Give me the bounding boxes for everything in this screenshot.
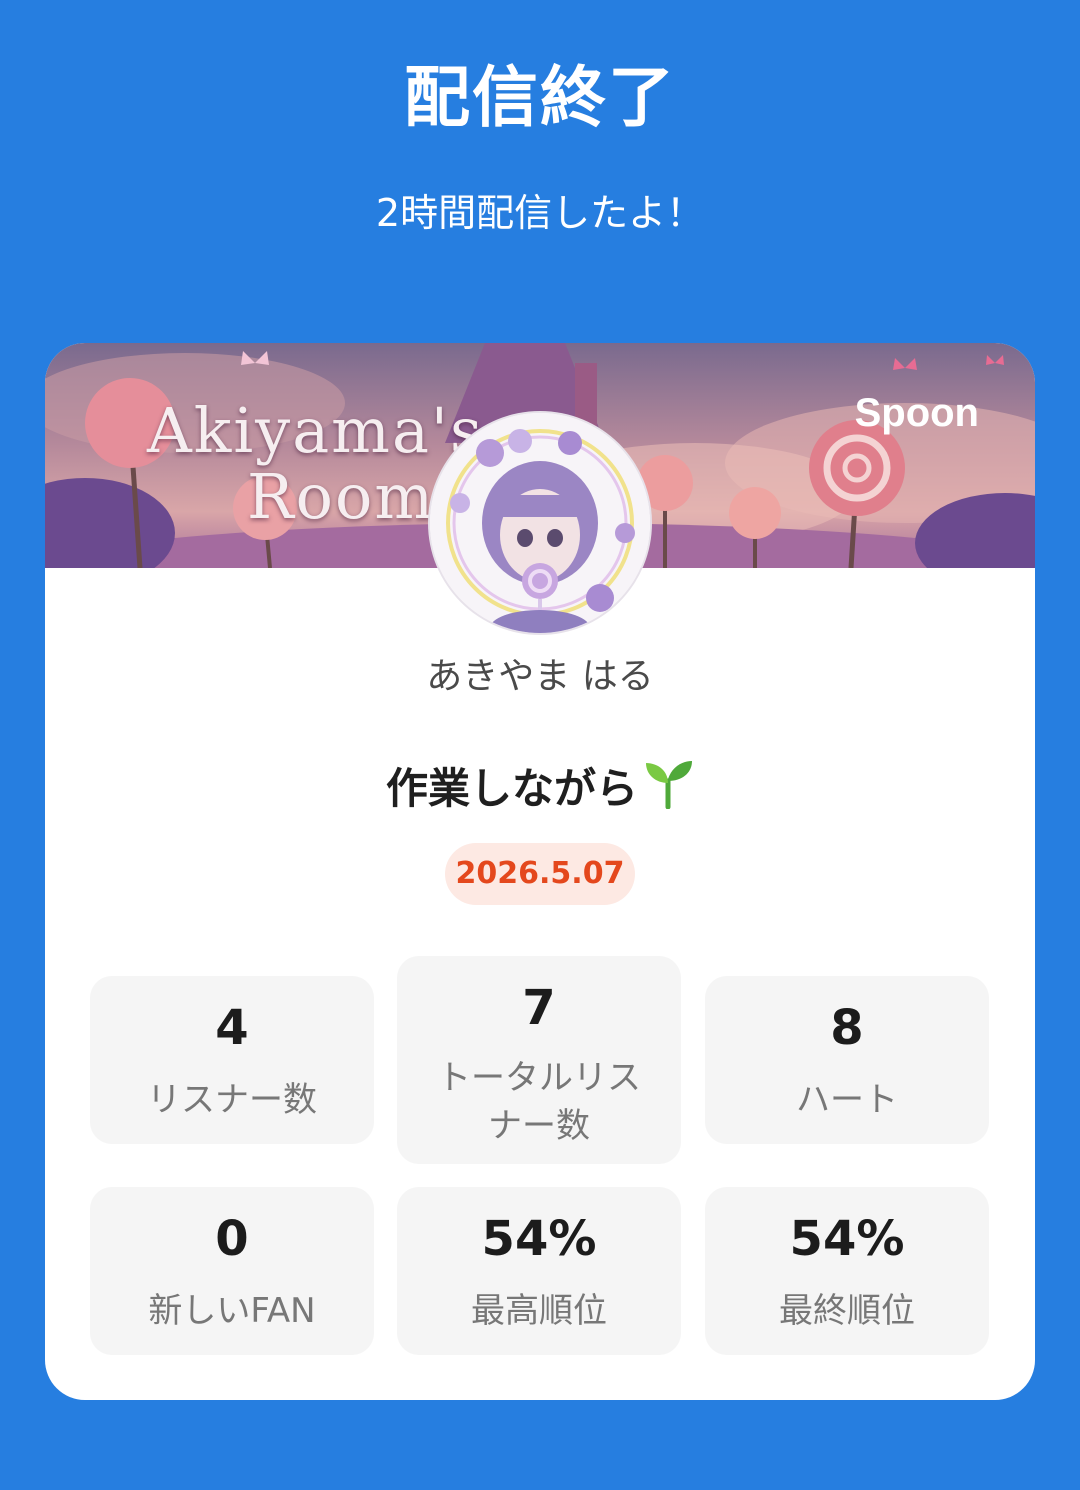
banner-title-line1: Akiyama's <box>147 394 484 467</box>
stat-label: 新しいFAN <box>148 1291 316 1331</box>
avatar[interactable] <box>430 413 650 633</box>
page-subtitle: 2時間配信したよ！ <box>375 191 705 235</box>
sprout-icon <box>642 757 694 823</box>
broadcast-summary-card: Akiyama's Room Spoon あきやま はる 作業しながら 2026… <box>45 343 1035 1400</box>
stat-value: 54% <box>789 1211 905 1267</box>
stat-label: 最高順位 <box>471 1291 607 1331</box>
stat-value: 54% <box>481 1211 597 1267</box>
stat-hearts: 8 ハート <box>705 976 989 1144</box>
stat-label: トータルリスナー数 <box>437 1058 641 1146</box>
stat-label: 最終順位 <box>779 1291 915 1331</box>
page-title: 配信終了 <box>404 59 676 136</box>
stat-final-rank: 54% 最終順位 <box>705 1187 989 1355</box>
spoon-logo: Spoon <box>854 391 979 435</box>
stat-value: 0 <box>215 1211 249 1267</box>
stat-total-listeners: 7 トータルリスナー数 <box>397 956 681 1164</box>
avatar-illustration <box>430 413 650 633</box>
live-title: 作業しながら <box>45 757 1035 823</box>
live-title-text: 作業しながら <box>385 764 638 813</box>
stat-label: リスナー数 <box>147 1080 317 1120</box>
stat-value: 8 <box>830 1000 864 1056</box>
stat-value: 7 <box>522 980 556 1036</box>
user-name: あきやま はる <box>426 656 654 697</box>
stat-value: 4 <box>215 1000 249 1056</box>
stat-label: ハート <box>796 1080 898 1120</box>
stat-highest-rank: 54% 最高順位 <box>397 1187 681 1355</box>
stat-listeners: 4 リスナー数 <box>90 976 374 1144</box>
date-badge: 2026.5.07 <box>445 843 635 905</box>
stat-new-fans: 0 新しいFAN <box>90 1187 374 1355</box>
